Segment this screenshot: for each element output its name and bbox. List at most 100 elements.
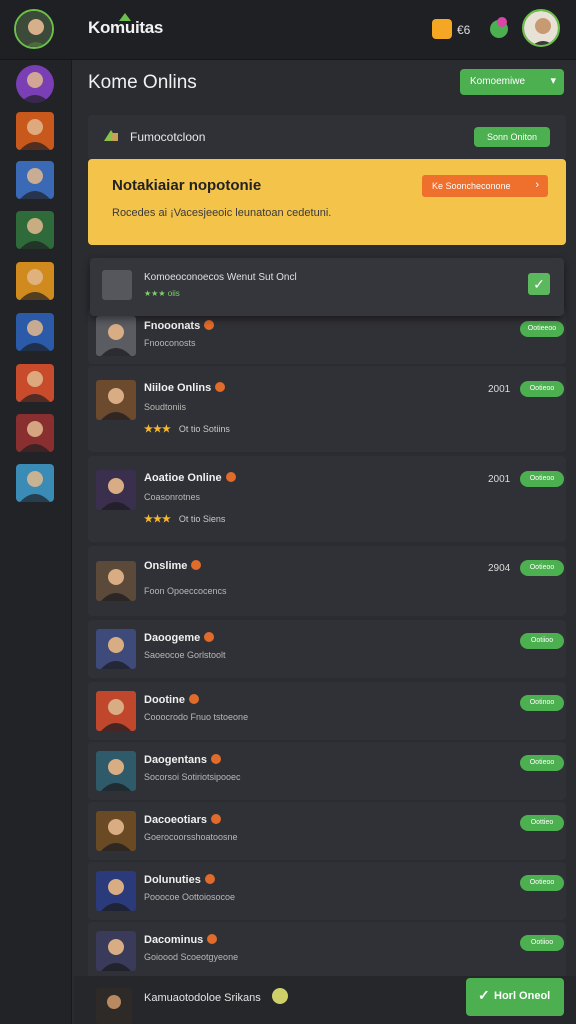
main-content: Kome Onlins Komoemiwe ▾ Fumocotcloon Son…	[74, 60, 576, 1024]
status-badge-icon	[191, 560, 202, 570]
list-item[interactable]: Dacoeotiars Goerocoorsshoatoosne Oottieo	[88, 802, 566, 860]
notification-icon[interactable]	[432, 19, 452, 39]
avatar-icon	[96, 811, 136, 851]
promo-button[interactable]: Ke Sooncheconone ›	[422, 175, 548, 197]
avatar-icon	[16, 364, 54, 402]
list-item-action-button[interactable]: Ootieoo	[520, 875, 564, 891]
list-item-subtitle: Cooocrodo Fnuo tstoeone	[144, 712, 249, 722]
promo-button-label: Ke Sooncheconone	[432, 181, 511, 191]
sidebar-item-4[interactable]	[16, 262, 54, 300]
list-item-name: Daoogeme	[144, 632, 215, 644]
promo-banner: Notakiaiar nopotonie Rocedes ai ¡Vacesje…	[88, 159, 566, 245]
list-item-action-button[interactable]: Oottieo	[520, 815, 564, 831]
bottom-bar-text: Kamuaotodoloe Srikans	[144, 992, 261, 1004]
rating-stars: ★★★ Ot tio Sotiins	[144, 424, 230, 435]
avatar-icon	[96, 871, 136, 911]
chat-bubble-icon[interactable]	[486, 15, 512, 41]
avatar-icon	[16, 313, 54, 351]
list-item[interactable]: Onslime Foon Opoeccocencs 2904 Ootieoo	[88, 546, 566, 616]
list-item-action-button[interactable]: Ootiioo	[520, 935, 564, 951]
avatar-icon	[96, 691, 136, 731]
list-item-action-button[interactable]: Ootieoo	[520, 755, 564, 771]
list-item-year: 2904	[488, 563, 511, 574]
user-avatar-icon[interactable]	[14, 9, 54, 49]
avatar-icon	[16, 211, 54, 249]
list-item-action-button[interactable]: Ootieoo	[520, 381, 564, 397]
list-item-name: Daogentans	[144, 754, 221, 766]
chevron-right-icon: ›	[535, 179, 539, 191]
avatar-icon	[96, 470, 136, 510]
list-item-name: Dootine	[144, 694, 199, 706]
avatar-icon	[16, 464, 54, 502]
promo-text: Rocedes ai ¡Vacesjeeoic leunatoan cedetu…	[112, 207, 332, 219]
section-title: Fumocotcloon	[130, 130, 206, 144]
avatar-icon	[16, 112, 54, 150]
list-item[interactable]: Daoogeme Saoeocoe Gorlstoolt Ootiioo	[88, 620, 566, 678]
status-badge-icon	[210, 754, 221, 764]
sidebar-item-7[interactable]	[16, 414, 54, 452]
selected-item-rating: ★★★ oiis	[144, 289, 180, 298]
status-dropdown-label: Komoemiwe	[470, 76, 526, 87]
notification-count: €6	[457, 23, 471, 37]
avatar-icon	[96, 629, 136, 669]
list-item[interactable]: Daogentans Socorsoi Sotiriotsipooec Ootieo…	[88, 742, 566, 800]
list-item[interactable]: Aoatioe Online Coasonrotnes ★★★ Ot tio Sien…	[88, 456, 566, 542]
avatar-icon	[102, 270, 132, 300]
list-item-name: Dolunuties	[144, 874, 215, 886]
list-item-subtitle: Coasonrotnes	[144, 492, 201, 502]
avatar-icon	[96, 751, 136, 791]
selected-item-card[interactable]: Komoeoconoecos Wenut Sut Oncl ★★★ oiis ✓	[90, 258, 564, 316]
list-item-action-button[interactable]: Ootiioo	[520, 633, 564, 649]
status-badge-icon	[207, 934, 218, 944]
list-item-subtitle: Goioood Scoeotgyeone	[144, 952, 239, 962]
avatar-icon	[96, 561, 136, 601]
list-item[interactable]: Fnooonats Fnooconosts Ootieeoo	[88, 308, 566, 364]
list-item-subtitle: Goerocoorsshoatoosne	[144, 832, 238, 842]
list-item-name: Niiloe Onlins	[144, 382, 226, 394]
rating-stars: ★★★ Ot tio Siens	[144, 514, 226, 525]
sidebar-item-8[interactable]	[16, 464, 54, 502]
status-dropdown[interactable]: Komoemiwe ▾	[460, 69, 564, 95]
sidebar-item-3[interactable]	[16, 211, 54, 249]
list-item-action-button[interactable]: Ootieoo	[520, 560, 564, 576]
bottom-bar: Kamuaotodoloe Srikans ✓ Horl Oneol	[74, 976, 576, 1024]
sidebar-item-1[interactable]	[16, 112, 54, 150]
list-item-name: Dacominus	[144, 934, 218, 946]
chevron-down-icon: ▾	[550, 75, 556, 87]
leaf-icon	[16, 65, 54, 103]
sidebar-item-0[interactable]	[16, 65, 54, 103]
list-item-action-button[interactable]: Ootinoo	[520, 695, 564, 711]
page-title: Kome Onlins	[88, 72, 197, 93]
list-item[interactable]: Dootine Cooocrodo Fnuo tstoeone Ootinoo	[88, 682, 566, 740]
list-item[interactable]: Dolunuties Pooocoe Oottoiosocoe Ootieoo	[88, 862, 566, 920]
status-badge-icon	[204, 632, 215, 642]
rating-label: Ot tio Sotiins	[178, 424, 230, 434]
profile-avatar-icon[interactable]	[522, 9, 560, 47]
avatar-icon	[96, 931, 136, 971]
leaf-icon	[119, 13, 131, 21]
list-item-name: Fnooonats	[144, 320, 215, 332]
list-item-action-button[interactable]: Ootieoo	[520, 471, 564, 487]
status-badge-icon	[204, 874, 215, 884]
bottom-action-button[interactable]: ✓ Horl Oneol	[466, 978, 564, 1016]
avatar-icon	[96, 316, 136, 356]
section-action-button[interactable]: Sonn Oniton	[474, 127, 550, 147]
leaf-icon	[104, 130, 118, 141]
list-item[interactable]: Niiloe Onlins Soudtoniis ★★★ Ot tio Sotiins…	[88, 366, 566, 452]
list-item-year: 2001	[488, 384, 511, 395]
list-item-subtitle: Saoeocoe Gorlstoolt	[144, 650, 226, 660]
avatar-icon	[16, 161, 54, 199]
sidebar-item-2[interactable]	[16, 161, 54, 199]
rating-label: Ot tio Siens	[178, 514, 226, 524]
list-item[interactable]: Dacominus Goioood Scoeotgyeone Ootiioo	[88, 922, 566, 980]
list-item-name: Onslime	[144, 560, 202, 572]
sidebar-item-5[interactable]	[16, 313, 54, 351]
list-item-subtitle: Soudtoniis	[144, 402, 187, 412]
status-badge-icon	[204, 320, 215, 330]
avatar-icon	[16, 262, 54, 300]
sidebar-item-6[interactable]	[16, 364, 54, 402]
check-icon[interactable]: ✓	[528, 273, 550, 295]
bottom-action-label: Horl Oneol	[494, 990, 551, 1002]
top-bar: Komuitas €6	[0, 0, 576, 60]
list-item-action-button[interactable]: Ootieeoo	[520, 321, 564, 337]
